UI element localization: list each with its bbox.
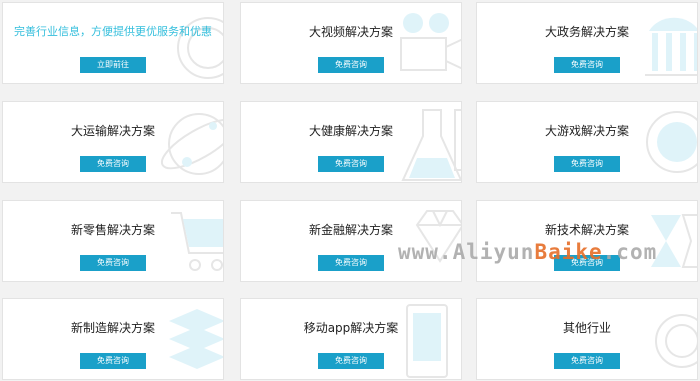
card-mobile-app: 移动app解决方案 免费咨询 (240, 298, 462, 380)
consult-button[interactable]: 免费咨询 (318, 57, 384, 73)
card-retail: 新零售解决方案 免费咨询 (2, 200, 224, 282)
card-title: 新制造解决方案 (70, 321, 155, 335)
card-title: 大健康解决方案 (308, 124, 393, 138)
watermark-text: www.AliyunBaike.com (398, 240, 658, 264)
go-now-button[interactable]: 立即前往 (80, 57, 146, 73)
card-promo: 完善行业信息，方便提供更优服务和优惠 立即前往 (2, 2, 224, 84)
card-health: 大健康解决方案 免费咨询 (240, 101, 462, 183)
card-title: 大运输解决方案 (70, 124, 155, 138)
consult-button[interactable]: 免费咨询 (554, 353, 620, 369)
consult-button[interactable]: 免费咨询 (318, 353, 384, 369)
consult-button[interactable]: 免费咨询 (318, 156, 384, 172)
consult-button[interactable]: 免费咨询 (554, 57, 620, 73)
card-title: 大政务解决方案 (544, 25, 629, 39)
card-title: 其他行业 (562, 321, 611, 335)
card-game: 大游戏解决方案 免费咨询 (476, 101, 698, 183)
consult-button[interactable]: 免费咨询 (80, 255, 146, 271)
card-title: 移动app解决方案 (303, 321, 399, 335)
card-title: 大视频解决方案 (308, 25, 393, 39)
card-title: 新金融解决方案 (308, 223, 393, 237)
consult-button[interactable]: 免费咨询 (554, 156, 620, 172)
card-government: 大政务解决方案 免费咨询 (476, 2, 698, 84)
card-other-industry: 其他行业 免费咨询 (476, 298, 698, 380)
consult-button[interactable]: 免费咨询 (318, 255, 384, 271)
card-transport: 大运输解决方案 免费咨询 (2, 101, 224, 183)
card-title: 完善行业信息，方便提供更优服务和优惠 (14, 25, 212, 38)
card-video: 大视频解决方案 免费咨询 (240, 2, 462, 84)
card-manufacturing: 新制造解决方案 免费咨询 (2, 298, 224, 380)
card-title: 新技术解决方案 (544, 223, 629, 237)
consult-button[interactable]: 免费咨询 (80, 156, 146, 172)
consult-button[interactable]: 免费咨询 (80, 353, 146, 369)
card-title: 新零售解决方案 (70, 223, 155, 237)
card-title: 大游戏解决方案 (544, 124, 629, 138)
